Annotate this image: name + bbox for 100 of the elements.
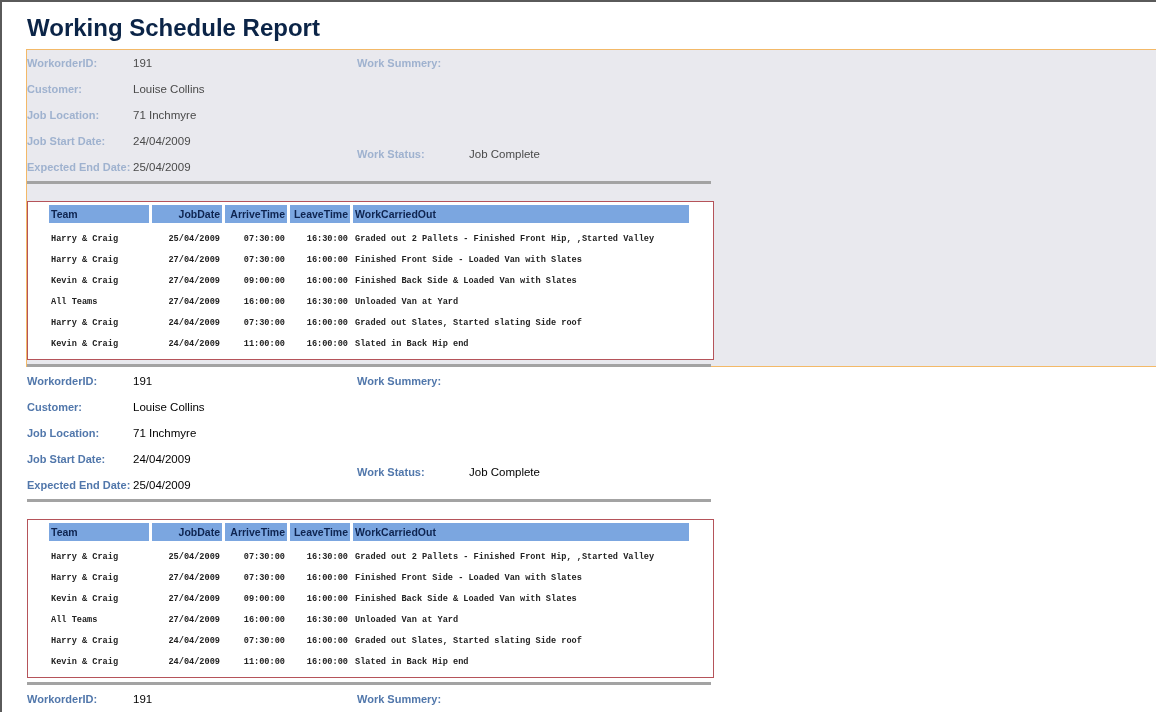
table-cell-text: Slated in Back Hip end — [354, 338, 470, 351]
table-cell-text: 25/04/2009 — [167, 233, 221, 246]
column-header: LeaveTime — [290, 523, 350, 541]
table-cell-text: All Teams — [50, 296, 99, 309]
field-value: 25/04/2009 — [133, 479, 191, 491]
column-header: JobDate — [152, 523, 222, 541]
table-cell-text: Harry & Craig — [50, 572, 120, 585]
field-value: 24/04/2009 — [133, 453, 191, 465]
table-cell-text: Harry & Craig — [50, 317, 120, 330]
field-label: Job Start Date: — [27, 453, 107, 465]
field-value: 25/04/2009 — [133, 161, 191, 173]
table-cell-text: 24/04/2009 — [167, 317, 221, 330]
table-cell-text: Finished Back Side & Loaded Van with Slates — [354, 275, 578, 288]
field-value: 24/04/2009 — [133, 135, 191, 147]
table-cell-text: 07:30:00 — [242, 572, 286, 585]
column-header: Team — [49, 205, 149, 223]
table-cell-text: Harry & Craig — [50, 635, 120, 648]
column-header: ArriveTime — [225, 523, 287, 541]
table-cell-text: Kevin & Craig — [50, 275, 120, 288]
table-cell-text: Harry & Craig — [50, 254, 120, 267]
table-cell-text: 07:30:00 — [242, 233, 286, 246]
table-cell-text: 16:00:00 — [305, 656, 349, 669]
table-cell-text: 27/04/2009 — [167, 296, 221, 309]
field-label: Work Summery: — [357, 375, 443, 387]
field-value: Job Complete — [469, 148, 540, 160]
field-label: Job Start Date: — [27, 135, 107, 147]
table-cell-text: Harry & Craig — [50, 551, 120, 564]
field-label: WorkorderID: — [27, 693, 99, 705]
table-cell-text: 07:30:00 — [242, 317, 286, 330]
table-cell-text: 11:00:00 — [242, 656, 286, 669]
table-cell-text: Kevin & Craig — [50, 338, 120, 351]
table-cell-text: 09:00:00 — [242, 275, 286, 288]
table-cell-text: Graded out Slates, Started slating Side roof — [354, 635, 583, 648]
table-cell-text: 25/04/2009 — [167, 551, 221, 564]
field-label: Expected End Date: — [27, 161, 132, 173]
field-label: Customer: — [27, 83, 83, 95]
field-label: Work Status: — [357, 148, 426, 160]
field-value: Louise Collins — [133, 83, 205, 95]
field-value: 71 Inchmyre — [133, 427, 197, 439]
table-cell-text: 07:30:00 — [242, 254, 286, 267]
table-cell-text: 16:30:00 — [305, 233, 349, 246]
table-cell-text: 27/04/2009 — [167, 614, 221, 627]
table-cell-text: 27/04/2009 — [167, 275, 221, 288]
table-cell-text: 16:00:00 — [305, 635, 349, 648]
table-cell-text: 16:00:00 — [305, 275, 349, 288]
table-cell-text: Finished Front Side - Loaded Van with Slates — [354, 254, 583, 267]
table-cell-text: 27/04/2009 — [167, 254, 221, 267]
table-cell-text: Graded out 2 Pallets - Finished Front Hip, ,Started Valley — [354, 233, 656, 246]
field-value: 71 Inchmyre — [133, 109, 197, 121]
table-cell-text: 27/04/2009 — [167, 593, 221, 606]
field-label: Job Location: — [27, 427, 101, 439]
column-header: ArriveTime — [225, 205, 287, 223]
table-cell-text: 16:00:00 — [242, 614, 286, 627]
table-cell-text: Harry & Craig — [50, 233, 120, 246]
field-value: Louise Collins — [133, 401, 205, 413]
column-header: WorkCarriedOut — [353, 205, 689, 223]
table-cell-text: 16:00:00 — [242, 296, 286, 309]
column-header: Team — [49, 523, 149, 541]
table-cell-text: 16:00:00 — [305, 593, 349, 606]
field-value: 191 — [133, 693, 153, 705]
record-section[interactable] — [26, 49, 1156, 367]
field-label: Work Summery: — [357, 693, 443, 705]
table-cell-text: 24/04/2009 — [167, 635, 221, 648]
field-label: Work Summery: — [357, 57, 443, 69]
table-cell-text: Kevin & Craig — [50, 593, 120, 606]
field-label: Customer: — [27, 401, 83, 413]
table-cell-text: 07:30:00 — [242, 635, 286, 648]
field-label: WorkorderID: — [27, 57, 99, 69]
field-label: WorkorderID: — [27, 375, 99, 387]
table-cell-text: Graded out Slates, Started slating Side roof — [354, 317, 583, 330]
field-label: Work Status: — [357, 466, 426, 478]
table-cell-text: 24/04/2009 — [167, 338, 221, 351]
table-cell-text: Kevin & Craig — [50, 656, 120, 669]
table-cell-text: All Teams — [50, 614, 99, 627]
table-cell-text: Finished Back Side & Loaded Van with Slates — [354, 593, 578, 606]
column-header: LeaveTime — [290, 205, 350, 223]
table-cell-text: 16:30:00 — [305, 551, 349, 564]
table-cell-text: 27/04/2009 — [167, 572, 221, 585]
table-cell-text: Finished Front Side - Loaded Van with Slates — [354, 572, 583, 585]
field-label: Expected End Date: — [27, 479, 132, 491]
field-value: 191 — [133, 375, 153, 387]
table-cell-text: 24/04/2009 — [167, 656, 221, 669]
field-value: 191 — [133, 57, 153, 69]
table-cell-text: 16:30:00 — [305, 614, 349, 627]
table-cell-text: 09:00:00 — [242, 593, 286, 606]
table-cell-text: 07:30:00 — [242, 551, 286, 564]
column-header: WorkCarriedOut — [353, 523, 689, 541]
field-label: Job Location: — [27, 109, 101, 121]
table-cell-text: Unloaded Van at Yard — [354, 296, 460, 309]
table-cell-text: 16:00:00 — [305, 254, 349, 267]
table-cell-text: Unloaded Van at Yard — [354, 614, 460, 627]
table-cell-text: 16:00:00 — [305, 572, 349, 585]
table-cell-text: 16:00:00 — [305, 338, 349, 351]
report-title: Working Schedule Report — [26, 13, 321, 43]
column-header: JobDate — [152, 205, 222, 223]
table-cell-text: Graded out 2 Pallets - Finished Front Hip, ,Started Valley — [354, 551, 656, 564]
table-cell-text: Slated in Back Hip end — [354, 656, 470, 669]
field-value: Job Complete — [469, 466, 540, 478]
table-cell-text: 11:00:00 — [242, 338, 286, 351]
table-cell-text: 16:30:00 — [305, 296, 349, 309]
